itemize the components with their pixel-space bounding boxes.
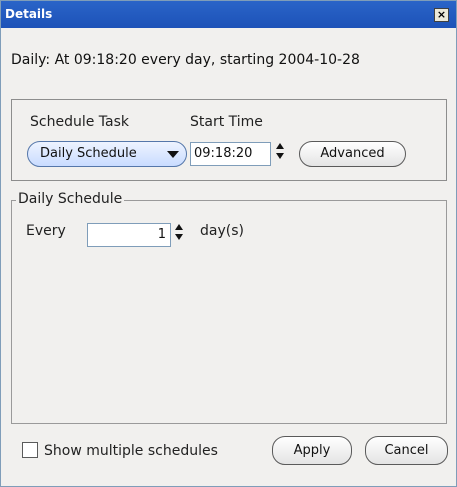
schedule-task-label: Schedule Task xyxy=(30,114,129,130)
advanced-button-label: Advanced xyxy=(320,146,385,161)
start-time-value: 09:18:20 xyxy=(194,146,253,161)
schedule-task-selected: Daily Schedule xyxy=(40,146,137,161)
details-dialog: Details × Daily: At 09:18:20 every day, … xyxy=(0,0,457,487)
day-unit-label: day(s) xyxy=(200,223,244,239)
show-multiple-schedules-label[interactable]: Show multiple schedules xyxy=(44,443,218,459)
daily-schedule-legend: Daily Schedule xyxy=(16,191,125,207)
close-icon: × xyxy=(436,8,447,21)
apply-button-label: Apply xyxy=(293,443,331,458)
chevron-down-icon xyxy=(167,151,179,158)
arrow-up-icon[interactable] xyxy=(175,224,183,230)
cancel-button[interactable]: Cancel xyxy=(365,436,448,465)
advanced-button[interactable]: Advanced xyxy=(299,141,406,167)
start-time-spinner[interactable] xyxy=(274,142,286,166)
schedule-summary: Daily: At 09:18:20 every day, starting 2… xyxy=(11,52,360,68)
start-time-label: Start Time xyxy=(190,114,263,130)
title-bar[interactable]: Details × xyxy=(1,1,456,28)
close-button[interactable]: × xyxy=(434,8,449,22)
every-input[interactable]: 1 xyxy=(87,223,171,247)
arrow-down-icon[interactable] xyxy=(175,234,183,240)
start-time-input[interactable]: 09:18:20 xyxy=(190,142,271,166)
daily-schedule-group: Daily Schedule Every 1 day(s) xyxy=(11,191,447,424)
schedule-task-dropdown[interactable]: Daily Schedule xyxy=(27,141,187,167)
apply-button[interactable]: Apply xyxy=(272,436,352,465)
show-multiple-schedules-checkbox[interactable] xyxy=(22,442,38,458)
cancel-button-label: Cancel xyxy=(384,443,429,458)
every-value: 1 xyxy=(157,227,166,242)
every-label: Every xyxy=(26,223,66,239)
every-spinner[interactable] xyxy=(173,223,185,247)
window-title: Details xyxy=(5,7,53,21)
schedule-task-panel: Schedule Task Start Time Daily Schedule … xyxy=(11,99,447,181)
arrow-down-icon[interactable] xyxy=(276,153,284,159)
arrow-up-icon[interactable] xyxy=(276,143,284,149)
